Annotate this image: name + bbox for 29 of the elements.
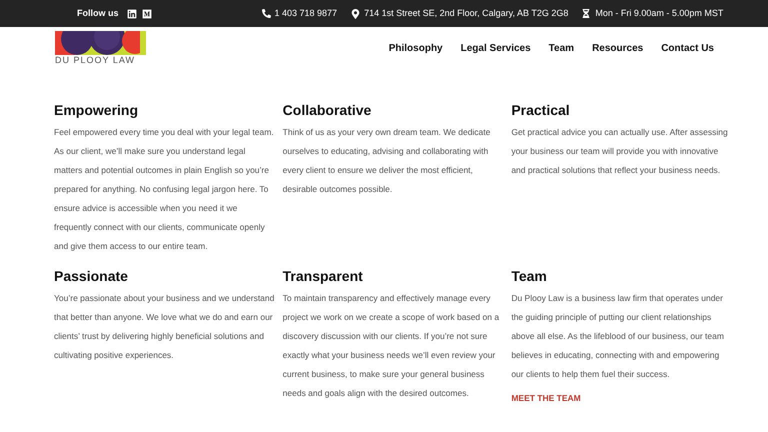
logo-mark[interactable] [55, 31, 146, 55]
nav-link[interactable]: Resources [592, 41, 644, 56]
logo-text[interactable]: DU PLOOY LAW [55, 55, 136, 65]
follow-label: Follow us [77, 6, 118, 20]
address-text: 714 1st Street SE, 2nd Floor, Calgary, AB T2G 2G8 [364, 6, 568, 20]
section-text: You’re passionate about your business and we understand that better than anyone. We love what we do and earn our clients’ trust by delivering highly beneficial solutions and cultivating positive experiences. [54, 292, 276, 362]
nav-link[interactable]: Team [548, 41, 574, 56]
section-text: Du Plooy Law is a business law firm that operates under the guiding principle of putting our client relationships above all else. As the lifeblood of our business, our team believes in educating, connecting with and empowering our clients to help them fuel their success. [511, 292, 725, 381]
location-pin-icon [351, 8, 360, 18]
nav-link[interactable]: Contact Us [661, 41, 714, 56]
section-title: Collaborative [282, 101, 372, 120]
section-title: Passionate [54, 267, 129, 286]
meet-team-link[interactable]: MEET THE TEAM [511, 392, 734, 405]
nav-link[interactable]: Legal Services [460, 41, 531, 56]
linkedin-icon[interactable] [126, 8, 136, 18]
section-title: Practical [511, 101, 571, 120]
section-text: Think of us as your very own dream team. We dedicate ourselves to educating, advising and collaborating with every client to ensure we deliver the most efficient, desirable outcomes possible. [282, 126, 492, 196]
section-text: Feel empowered every time you deal with your legal team. As our client, we’ll make sure you understand legal matters and potential outcomes in plain English so you’re prepared for anything. No confusing legal jargon here. To ensure advice is accessible when you need it we frequently connect with our clients, communicate openly and give them access to our entire team. [54, 126, 275, 253]
business-hours: Mon - Fri 9.00am - 5.00pm MST [595, 6, 724, 20]
section-text: To maintain transparency and effectively manage every project we work on we create a scope of work based on a discovery discussion with our clients. If you’re not sure exactly what your business needs we’ll even review your current business, to make sure your general business needs and goals align with the desired outcomes. [282, 292, 500, 400]
section-text: Get practical advice you can actually use. After assessing your business our team will provide you with innovative and practical solutions that reflect your business needs. [511, 126, 729, 177]
section-title: Team [511, 267, 548, 286]
section-title: Empowering [54, 101, 140, 120]
phone-icon [262, 9, 270, 18]
hourglass-icon [582, 9, 590, 18]
phone-number: 1 403 718 9877 [274, 6, 338, 20]
medium-icon[interactable] [142, 8, 152, 18]
section-title: Transparent [282, 267, 364, 286]
nav-link[interactable]: Philosophy [388, 41, 443, 56]
